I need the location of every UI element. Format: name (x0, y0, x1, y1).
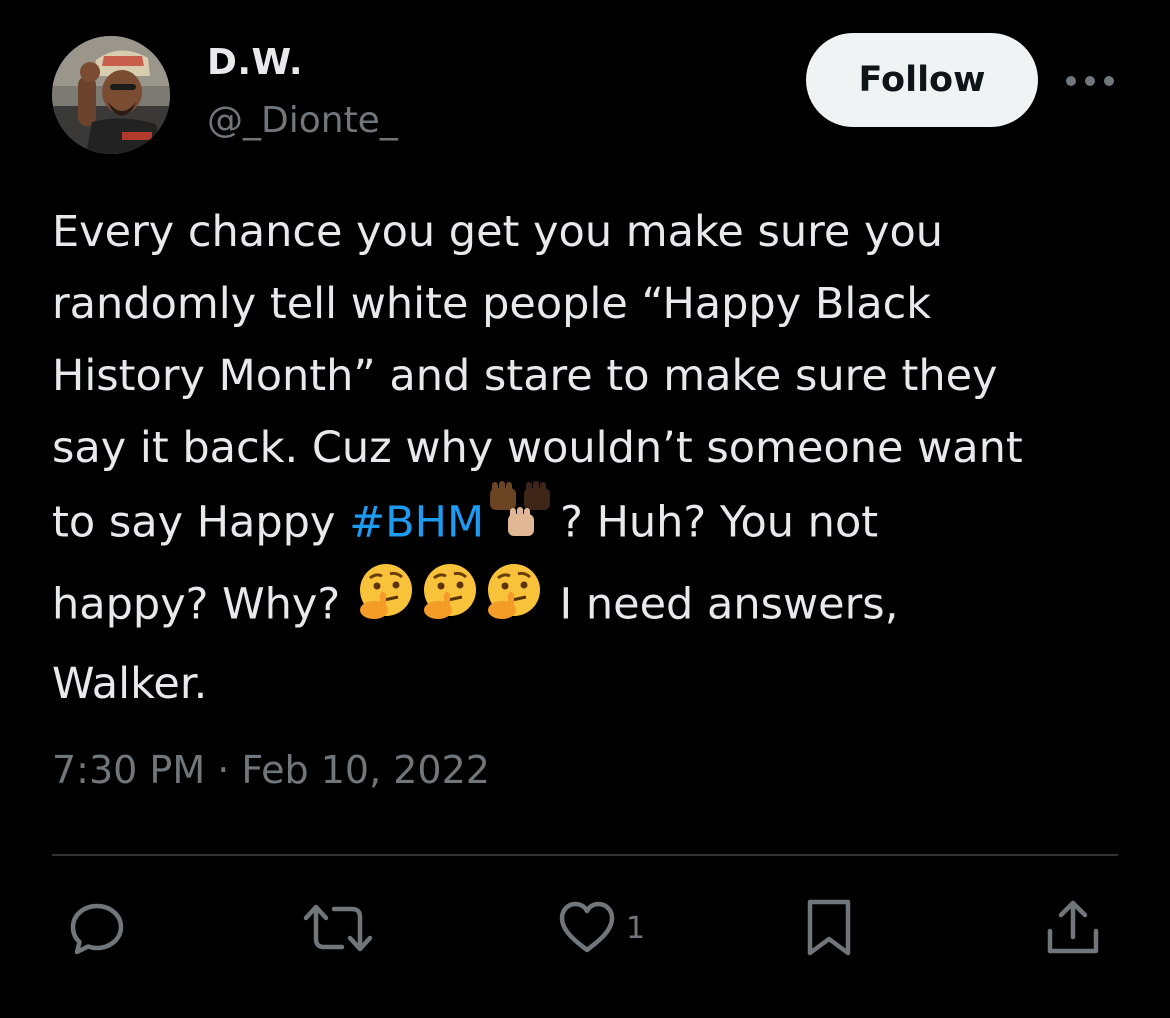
more-dots-icon (1066, 76, 1114, 86)
bookmark-icon (807, 899, 851, 956)
avatar-image (52, 36, 170, 154)
divider (52, 854, 1118, 856)
tweet-text-segment: ? Huh? You not (560, 497, 879, 548)
heart-icon (559, 901, 615, 953)
reply-icon (70, 903, 124, 955)
reply-button[interactable] (66, 896, 128, 960)
tweet-line: say it back. Cuz why wouldn’t someone wa… (52, 423, 1023, 473)
like-count: 1 (626, 910, 646, 946)
share-icon (1047, 900, 1099, 954)
tweet-text-segment: happy? Why? (52, 579, 354, 630)
thinking-face-emoji (354, 562, 418, 644)
retweet-button[interactable] (300, 896, 376, 960)
follow-button[interactable]: Follow (806, 33, 1038, 127)
tweet-line: randomly tell white people “Happy Black (52, 279, 932, 329)
raised-fists-emoji (484, 480, 560, 562)
bookmark-button[interactable] (804, 896, 854, 960)
tweet-timestamp[interactable]: 7:30 PM · Feb 10, 2022 (52, 748, 490, 792)
retweet-icon (303, 904, 373, 952)
thinking-face-emoji (482, 562, 546, 644)
tweet-line: happy? Why? I need answers, (52, 564, 1132, 648)
tweet-line: History Month” and stare to make sure th… (52, 351, 998, 401)
tweet-text-segment: I need answers, (545, 579, 899, 630)
avatar[interactable] (52, 36, 170, 154)
tweet-text: Every chance you get you make sure you r… (52, 196, 1132, 720)
tweet-line: Walker. (52, 659, 208, 709)
tweet-line: Every chance you get you make sure you (52, 207, 944, 257)
like-button[interactable]: 1 (556, 896, 645, 960)
more-options-button[interactable] (1062, 66, 1118, 96)
share-button[interactable] (1042, 896, 1104, 960)
tweet-line: to say Happy #BHM ? Huh? You not (52, 481, 1132, 566)
user-handle[interactable]: @_Dionte_ (207, 100, 398, 141)
tweet-text-segment: to say Happy (52, 497, 350, 548)
display-name[interactable]: D.W. (207, 42, 303, 83)
hashtag-link[interactable]: #BHM (349, 498, 484, 548)
thinking-face-emoji (418, 562, 482, 644)
